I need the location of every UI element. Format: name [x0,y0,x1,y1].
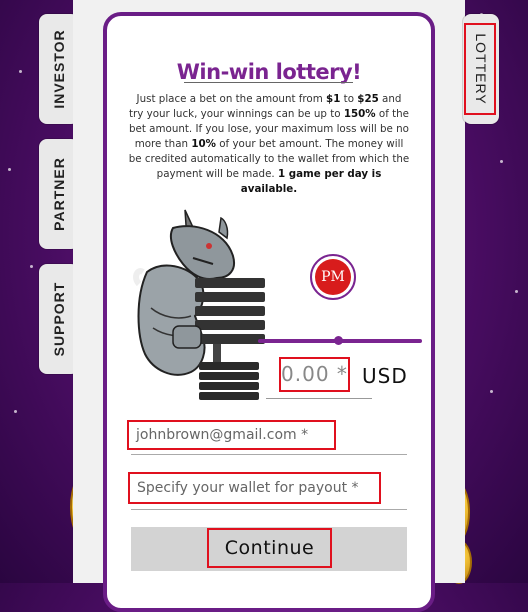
currency-label: USD [362,364,408,388]
tab-partner-label: PARTNER [51,157,67,231]
desc-text: Just place a bet on the amount from [136,93,327,105]
win-percent: 150% [343,108,376,120]
wallet-field[interactable]: Specify your wallet for payout * [128,472,381,504]
sparkle [490,390,493,393]
perfect-money-icon[interactable]: PM [310,254,356,300]
amount-underline [266,398,372,399]
bet-amount-input[interactable]: 0.00 * [279,357,350,392]
sparkle [515,290,518,293]
tab-investor-label: INVESTOR [51,29,67,109]
sparkle [19,70,22,73]
lottery-description: Just place a bet on the amount from $1 t… [128,92,410,197]
tab-support-label: SUPPORT [51,281,67,357]
loss-percent: 10% [191,138,216,150]
continue-button-label[interactable]: Continue [207,528,332,568]
lottery-highlight [464,23,496,115]
sparkle [30,265,33,268]
sparkle [14,410,17,413]
sparkle [500,160,503,163]
email-field-underline [131,454,407,455]
desc-text: to [340,93,358,105]
sparkle [8,168,11,171]
title-divider [184,82,353,83]
max-bet: $25 [357,93,379,105]
card-title: Win-win lottery! [176,60,362,84]
payment-logo-text: PM [315,259,351,295]
rhino-mascot-icon [133,209,265,400]
email-field[interactable]: johnbrown@gmail.com * [127,420,336,450]
wallet-field-underline [131,509,407,510]
min-bet: $1 [326,93,341,105]
bet-slider-thumb[interactable] [333,336,343,345]
